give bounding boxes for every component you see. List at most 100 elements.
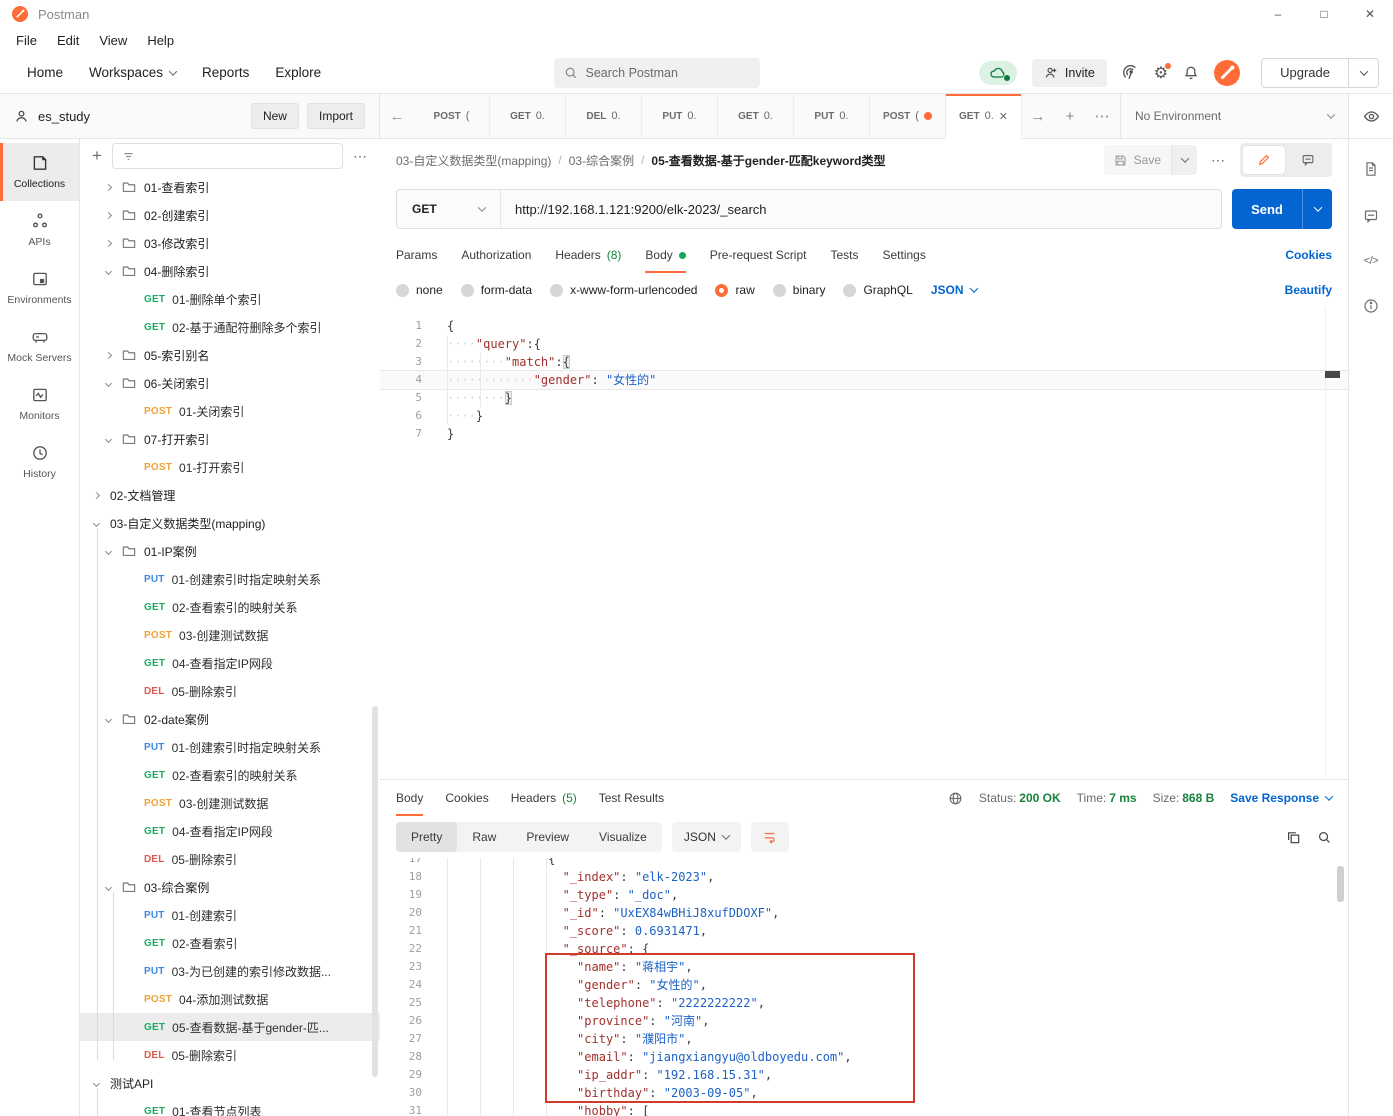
breadcrumb-part[interactable]: 03-自定义数据类型(mapping) — [396, 152, 551, 169]
notifications-bell-icon[interactable] — [1183, 65, 1199, 81]
nav-item[interactable]: Reports — [189, 59, 262, 86]
request-subtab[interactable]: Pre-request Script — [710, 237, 807, 273]
globe-icon[interactable] — [948, 791, 963, 806]
tree-row[interactable]: 02-创建索引 — [80, 201, 380, 229]
request-tab[interactable]: DEL 0. ✕ — [566, 94, 642, 138]
response-view-tab[interactable]: Pretty — [396, 822, 457, 852]
tabs-back-icon[interactable]: ← — [380, 94, 414, 138]
tree-chevron-icon[interactable] — [105, 547, 112, 554]
tree-row[interactable]: POST 03-创建测试数据 — [80, 621, 380, 649]
menu-item[interactable]: View — [89, 33, 137, 48]
upgrade-chevron[interactable] — [1348, 59, 1378, 87]
tree-row[interactable]: 测试API — [80, 1069, 380, 1097]
body-type-radio[interactable]: x-www-form-urlencoded — [550, 283, 697, 297]
request-subtab[interactable]: Headers (8) — [555, 237, 621, 273]
import-button[interactable]: Import — [307, 103, 365, 129]
tree-row[interactable]: 02-date案例 — [80, 705, 380, 733]
tree-chevron-icon[interactable] — [105, 351, 112, 358]
method-select[interactable]: GET — [397, 190, 501, 228]
tree-row[interactable]: 04-删除索引 — [80, 257, 380, 285]
request-more-icon[interactable]: ⋯ — [1211, 152, 1226, 169]
tree-row[interactable]: POST 01-打开索引 — [80, 453, 380, 481]
tree-row[interactable]: 03-综合案例 — [80, 873, 380, 901]
tree-row[interactable]: DEL 05-删除索引 — [80, 845, 380, 873]
request-tab[interactable]: GET 0. ✕ — [718, 94, 794, 138]
sync-status-button[interactable] — [979, 61, 1017, 85]
tree-chevron-icon[interactable] — [93, 519, 100, 526]
save-options-chevron[interactable] — [1171, 145, 1197, 175]
response-scrollbar-thumb[interactable] — [1337, 866, 1344, 902]
response-view-tab[interactable]: Visualize — [584, 822, 662, 852]
tree-row[interactable]: GET 02-基于通配符删除多个索引 — [80, 313, 380, 341]
sidebar-item-environments[interactable]: Environments — [0, 259, 79, 317]
editor-scrollbar-thumb[interactable] — [1325, 371, 1340, 378]
request-tab[interactable]: POST ( ✕ — [870, 94, 946, 138]
menu-item[interactable]: Help — [137, 33, 184, 48]
body-type-radio[interactable]: GraphQL — [843, 283, 912, 297]
wrap-lines-button[interactable] — [751, 822, 789, 852]
request-title[interactable]: 05-查看数据-基于gender-匹配keyword类型 — [651, 152, 885, 169]
tree-row[interactable]: PUT 03-为已创建的索引修改数据... — [80, 957, 380, 985]
tree-chevron-icon[interactable] — [105, 211, 112, 218]
response-body-viewer[interactable]: 17 {18 "_index": "elk-2023",19 "_type": … — [380, 858, 1348, 1116]
tree-row[interactable]: 03-修改索引 — [80, 229, 380, 257]
response-tab[interactable]: Body — [396, 780, 423, 816]
tree-chevron-icon[interactable] — [93, 1079, 100, 1086]
response-view-tab[interactable]: Preview — [511, 822, 584, 852]
request-subtab[interactable]: Settings — [883, 237, 926, 273]
response-tab[interactable]: Test Results — [599, 780, 664, 816]
sidebar-item-collections[interactable]: Collections — [0, 143, 79, 201]
tree-row[interactable]: 01-IP案例 — [80, 537, 380, 565]
request-subtab[interactable]: Authorization — [461, 237, 531, 273]
comments-button[interactable] — [1287, 146, 1329, 174]
tree-row[interactable]: GET 04-查看指定IP网段 — [80, 649, 380, 677]
tree-more-icon[interactable]: ⋯ — [353, 148, 368, 165]
nav-item[interactable]: Workspaces — [76, 59, 189, 86]
tree-row[interactable]: 02-文档管理 — [80, 481, 380, 509]
tree-row[interactable]: PUT 01-创建索引时指定映射关系 — [80, 733, 380, 761]
body-type-radio[interactable]: none — [396, 283, 443, 297]
documentation-icon[interactable] — [1363, 161, 1379, 177]
nav-item[interactable]: Explore — [262, 59, 334, 86]
close-window-button[interactable]: ✕ — [1347, 0, 1393, 28]
workspace-name[interactable]: es_study — [38, 109, 90, 124]
edit-pencil-button[interactable] — [1243, 146, 1285, 174]
tree-chevron-icon[interactable] — [105, 715, 112, 722]
maximize-button[interactable]: □ — [1301, 0, 1347, 28]
request-body-editor[interactable]: 1{2····"query":{3········"match":{4·····… — [380, 307, 1348, 779]
tree-chevron-icon[interactable] — [105, 883, 112, 890]
tree-chevron-icon[interactable] — [105, 435, 112, 442]
body-type-radio[interactable]: binary — [773, 283, 826, 297]
request-tab[interactable]: POST ( ✕ — [414, 94, 490, 138]
tree-chevron-icon[interactable] — [93, 491, 100, 498]
add-item-icon[interactable]: + — [92, 146, 102, 166]
tabs-forward-icon[interactable]: → — [1022, 94, 1054, 138]
body-format-select[interactable]: JSON — [931, 283, 977, 297]
cookies-link[interactable]: Cookies — [1285, 248, 1332, 262]
filter-input[interactable] — [112, 143, 343, 169]
tree-chevron-icon[interactable] — [105, 239, 112, 246]
send-options-chevron[interactable] — [1302, 189, 1332, 229]
tree-row[interactable]: POST 03-创建测试数据 — [80, 789, 380, 817]
request-tab[interactable]: GET 0. ✕ — [490, 94, 566, 138]
tree-row[interactable]: GET 01-删除单个索引 — [80, 285, 380, 313]
tabs-more-icon[interactable]: ⋯ — [1086, 94, 1118, 138]
tree-row[interactable]: GET 02-查看索引的映射关系 — [80, 593, 380, 621]
tree-row[interactable]: GET 02-查看索引 — [80, 929, 380, 957]
menu-item[interactable]: Edit — [47, 33, 89, 48]
tree-chevron-icon[interactable] — [105, 183, 112, 190]
tree-row[interactable]: 03-自定义数据类型(mapping) — [80, 509, 380, 537]
code-snippet-icon[interactable]: </> — [1364, 255, 1378, 267]
request-subtab[interactable]: Tests — [830, 237, 858, 273]
tree-chevron-icon[interactable] — [105, 267, 112, 274]
tree-row[interactable]: POST 04-添加测试数据 — [80, 985, 380, 1013]
comments-panel-icon[interactable] — [1363, 208, 1379, 224]
tree-row[interactable]: GET 05-查看数据-基于gender-匹... — [80, 1013, 380, 1041]
save-response-button[interactable]: Save Response — [1230, 791, 1332, 805]
tree-row[interactable]: GET 04-查看指定IP网段 — [80, 817, 380, 845]
tree-row[interactable]: DEL 05-删除索引 — [80, 677, 380, 705]
upgrade-button[interactable]: Upgrade — [1262, 59, 1348, 87]
sidebar-item-history[interactable]: History — [0, 433, 79, 491]
close-tab-icon[interactable]: ✕ — [999, 110, 1008, 123]
request-subtab[interactable]: Body — [645, 237, 685, 273]
